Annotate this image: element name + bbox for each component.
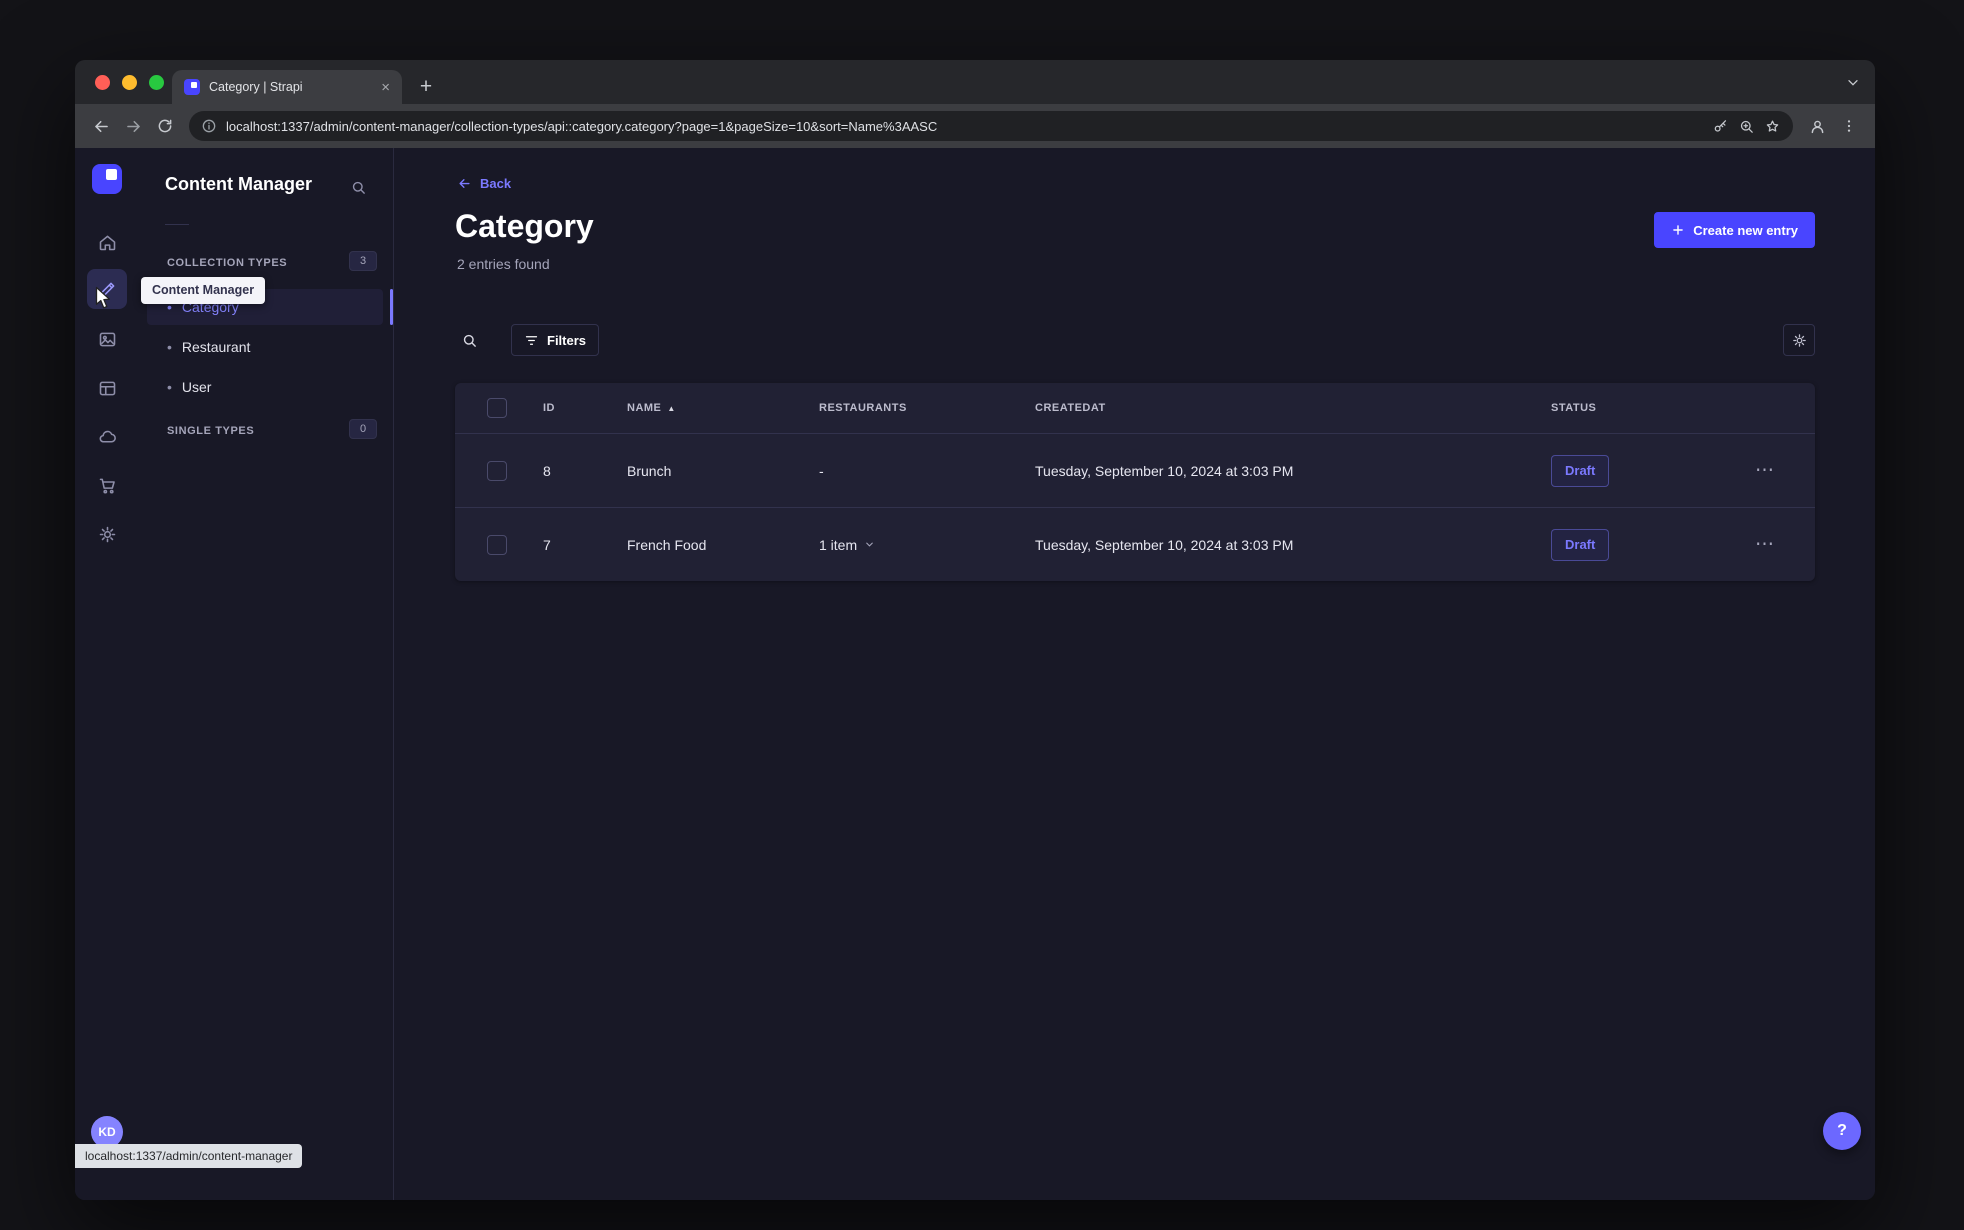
main-nav-rail: KD — [75, 148, 140, 1200]
page-title: Category — [455, 208, 594, 244]
sidebar-title: Content Manager — [165, 174, 313, 194]
browser-tab[interactable]: Category | Strapi × — [172, 70, 402, 104]
sort-asc-icon: ▲ — [667, 403, 676, 413]
cell-id: 7 — [543, 536, 551, 553]
table-header-row: ID NAME ▲ RESTAURANTS CREATEDAT STATUS — [455, 383, 1815, 433]
strapi-logo[interactable] — [92, 164, 122, 194]
single-types-label: SINGLE TYPES — [167, 425, 255, 437]
strapi-favicon-icon — [184, 79, 200, 95]
entries-count-text: 2 entries found — [457, 256, 550, 272]
tab-title: Category | Strapi — [209, 80, 303, 94]
nav-deploy-cloud-icon[interactable] — [87, 416, 127, 456]
window-controls — [95, 75, 164, 90]
filters-label: Filters — [547, 332, 587, 348]
row-actions-icon[interactable]: ⋯ — [1749, 532, 1781, 557]
create-new-entry-button[interactable]: Create new entry — [1654, 212, 1815, 248]
collection-types-label: COLLECTION TYPES — [167, 257, 288, 269]
tab-search-chevron-icon[interactable] — [1845, 70, 1861, 94]
header-restaurants[interactable]: RESTAURANTS — [803, 402, 1019, 414]
filter-icon — [525, 335, 538, 345]
view-settings-gear-icon[interactable] — [1783, 324, 1815, 356]
row-checkbox[interactable] — [487, 460, 507, 481]
sidebar-item-restaurant[interactable]: • Restaurant — [147, 329, 383, 365]
back-icon[interactable] — [85, 110, 117, 142]
content-manager-sidebar: Content Manager COLLECTION TYPES 3 • Cat… — [139, 148, 394, 1200]
back-link[interactable]: Back — [457, 176, 511, 191]
minimize-window-button[interactable] — [122, 75, 137, 90]
list-view-main: Back Category 2 entries found Create new… — [393, 148, 1875, 1200]
table-row[interactable]: 7 French Food 1 item Tuesday, September … — [455, 507, 1815, 581]
url-text[interactable]: localhost:1337/admin/content-manager/col… — [226, 119, 1703, 134]
header-name[interactable]: NAME ▲ — [611, 402, 803, 414]
browser-toolbar: localhost:1337/admin/content-manager/col… — [75, 104, 1875, 148]
bookmark-star-icon[interactable] — [1764, 118, 1781, 135]
nav-content-manager-icon[interactable] — [87, 269, 127, 309]
table-search-icon[interactable] — [453, 324, 485, 356]
header-id[interactable]: ID — [527, 402, 611, 414]
create-new-entry-label: Create new entry — [1693, 222, 1798, 238]
cell-createdat: Tuesday, September 10, 2024 at 3:03 PM — [1035, 462, 1294, 479]
cell-restaurants[interactable]: 1 item — [803, 537, 1019, 553]
help-button[interactable]: ? — [1823, 1112, 1861, 1150]
nav-media-library-icon[interactable] — [87, 319, 127, 359]
select-all-checkbox[interactable] — [487, 398, 507, 418]
profile-avatar-icon[interactable] — [1801, 110, 1833, 142]
chevron-down-icon — [864, 539, 875, 550]
status-badge: Draft — [1551, 454, 1610, 487]
password-key-icon[interactable] — [1712, 118, 1729, 135]
header-createdat[interactable]: CREATEDAT — [1019, 402, 1535, 414]
cell-restaurants: - — [819, 462, 824, 479]
collection-types-count-badge: 3 — [349, 251, 377, 271]
cell-name: French Food — [627, 536, 707, 553]
bullet-icon: • — [167, 379, 172, 395]
cell-name: Brunch — [627, 462, 672, 479]
cell-id: 8 — [543, 462, 551, 479]
content-manager-tooltip: Content Manager — [141, 277, 266, 304]
maximize-window-button[interactable] — [149, 75, 164, 90]
sidebar-item-label: User — [181, 379, 212, 395]
browser-menu-kebab-icon[interactable] — [1833, 110, 1865, 142]
single-types-count-badge: 0 — [349, 419, 377, 439]
link-status-bubble: localhost:1337/admin/content-manager — [75, 1144, 303, 1168]
nav-content-type-builder-icon[interactable] — [87, 368, 127, 408]
close-window-button[interactable] — [95, 75, 110, 90]
arrow-left-icon — [459, 179, 470, 188]
forward-icon[interactable] — [117, 110, 149, 142]
plus-icon — [1673, 225, 1684, 235]
site-info-icon[interactable] — [201, 118, 217, 134]
filters-button[interactable]: Filters — [511, 324, 600, 356]
table-row[interactable]: 8 Brunch - Tuesday, September 10, 2024 a… — [455, 433, 1815, 507]
tab-close-icon[interactable]: × — [381, 80, 390, 95]
back-label: Back — [480, 176, 512, 191]
reload-icon[interactable] — [149, 110, 181, 142]
browser-tab-strip: Category | Strapi × + — [75, 60, 1875, 104]
sidebar-item-label: Restaurant — [181, 339, 251, 355]
sidebar-item-user[interactable]: • User — [147, 369, 383, 405]
desktop: Category | Strapi × + localhost:1337/adm… — [0, 0, 1964, 1230]
cell-createdat: Tuesday, September 10, 2024 at 3:03 PM — [1035, 536, 1294, 553]
entries-table: ID NAME ▲ RESTAURANTS CREATEDAT STATUS 8 … — [455, 383, 1815, 581]
bullet-icon: • — [167, 339, 172, 355]
strapi-admin-app: KD Content Manager COLLECTION TYPES 3 • … — [75, 148, 1875, 1200]
address-bar[interactable]: localhost:1337/admin/content-manager/col… — [189, 111, 1793, 141]
browser-window: Category | Strapi × + localhost:1337/adm… — [75, 60, 1875, 1200]
header-status[interactable]: STATUS — [1535, 402, 1715, 414]
row-checkbox[interactable] — [487, 534, 507, 555]
nav-settings-gear-icon[interactable] — [87, 514, 127, 554]
new-tab-button[interactable]: + — [411, 72, 441, 102]
nav-home-icon[interactable] — [87, 222, 127, 262]
sidebar-search-icon[interactable] — [343, 172, 373, 202]
sidebar-divider — [165, 224, 189, 225]
row-actions-icon[interactable]: ⋯ — [1749, 458, 1781, 483]
nav-marketplace-cart-icon[interactable] — [87, 465, 127, 505]
status-badge: Draft — [1551, 528, 1610, 561]
zoom-icon[interactable] — [1738, 118, 1755, 135]
